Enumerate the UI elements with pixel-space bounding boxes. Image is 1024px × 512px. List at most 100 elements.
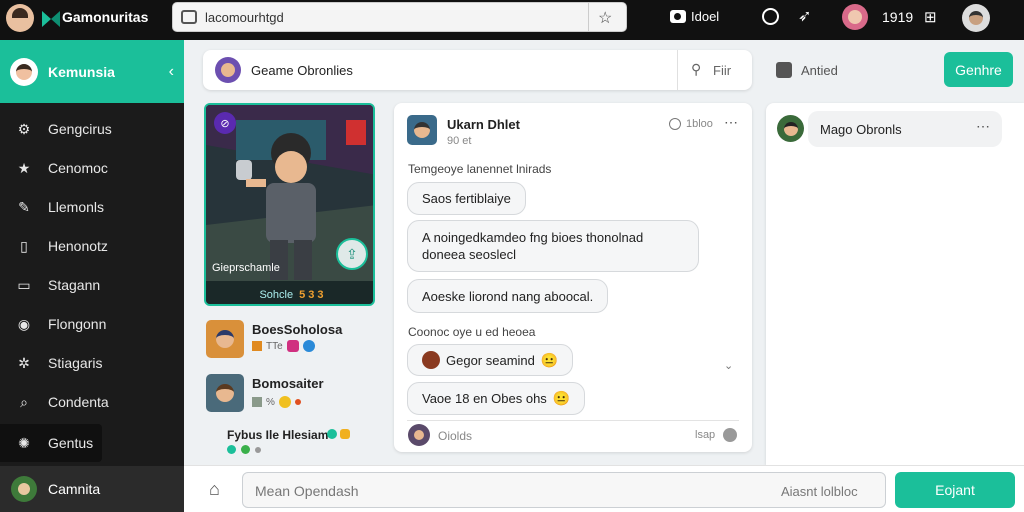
yellow-dot-icon	[340, 429, 350, 439]
anted-icon[interactable]	[776, 62, 792, 78]
chat-subtitle: 90 et	[447, 135, 472, 147]
monitor-icon: ▭	[17, 276, 31, 293]
top-bar: Gamonuritas lacomourhtgd ☆ Idoel ➶ 1919 …	[0, 0, 1024, 40]
chat-time: 1bloo	[686, 118, 713, 130]
right-panel: Mago Obronls ⋯	[766, 103, 1024, 465]
list-item[interactable]: Bomosaiter %	[206, 374, 376, 412]
refresh-icon[interactable]	[723, 428, 737, 442]
bottom-user-name: Camnita	[48, 481, 101, 497]
sidebar-item-label: Llemonls	[48, 199, 105, 215]
friend-meta: %	[252, 396, 301, 408]
sidebar-item-condenta[interactable]: ⌕ Condenta	[0, 383, 184, 421]
game-footer-nums: 5 3 3	[299, 288, 324, 301]
page-header: Geame Obronlies ⚲ Fiir	[203, 50, 752, 90]
camera-label: Idoel	[691, 9, 720, 24]
friend-meta: TTe	[252, 340, 315, 352]
right-panel-avatar[interactable]	[777, 115, 804, 142]
profile-avatar[interactable]	[842, 4, 868, 30]
sidebar-bottom-user[interactable]: Camnita	[0, 466, 184, 512]
home-icon[interactable]: ⌂	[209, 479, 220, 500]
clock-icon[interactable]	[762, 8, 779, 25]
user-avatar-icon	[422, 351, 440, 369]
anted-label[interactable]: Antied	[801, 63, 838, 78]
composer-action-label[interactable]: Aiasnt lolbloc	[781, 484, 858, 499]
home-icon[interactable]	[181, 10, 197, 24]
camera-icon[interactable]	[670, 10, 686, 23]
edit-icon: ✎	[18, 198, 30, 215]
timer-icon	[669, 118, 681, 130]
stats-icon[interactable]: ⊞	[924, 8, 937, 26]
sidebar-item-stiagaris[interactable]: ✲ Stiagaris	[0, 344, 184, 382]
green-dot-icon	[241, 445, 250, 454]
sidebar-item-label: Gentus	[48, 435, 94, 451]
chat-panel: Ukarn Dhlet 90 et 1bloo ⋯ Temgeoye lanen…	[394, 103, 752, 452]
chat-message: A noingedkamdeo fng bioes thonolnad done…	[407, 220, 699, 272]
friend-avatar	[206, 320, 244, 358]
settings-icon: ✺	[18, 434, 30, 451]
game-card-footer: Sohcle 5 3 3	[206, 281, 373, 304]
sidebar-user-header[interactable]: Kemunsia ‹	[0, 40, 184, 103]
sidebar-item-label: Stagann	[48, 277, 101, 293]
address-bar[interactable]: lacomourhtgd ☆	[172, 2, 627, 32]
bottom-user-avatar	[11, 476, 37, 502]
filter-label[interactable]: Fiir	[713, 63, 731, 78]
address-text: lacomourhtgd	[205, 10, 284, 25]
cog-icon: ✲	[18, 354, 30, 371]
composer-bar: ⌂ Mean Opendash Aiasnt lolbloc Eojant	[184, 465, 1024, 512]
search-icon: ⌕	[20, 393, 28, 410]
section-heading: Temgeoye lanennet lnirads	[408, 162, 552, 176]
shield-icon: ◉	[17, 315, 31, 332]
sidebar-item-gentus[interactable]: ✺ Gentus	[0, 424, 102, 462]
sidebar-item-stagann[interactable]: ▭ Stagann	[0, 266, 184, 304]
message-input[interactable]: Mean Opendash Aiasnt lolbloc	[242, 472, 886, 508]
account-avatar[interactable]	[962, 4, 990, 32]
footer-right-label: lsap	[695, 429, 716, 441]
gray-dot-icon	[255, 447, 261, 453]
collapse-chevron-icon[interactable]: ‹	[169, 63, 174, 81]
blue-badge-icon	[302, 340, 315, 352]
expand-chevron-icon[interactable]: ⌄	[724, 359, 733, 372]
sidebar-item-flongonn[interactable]: ◉ Flongonn	[0, 305, 184, 343]
genre-button[interactable]: Genhre	[944, 52, 1013, 87]
right-panel-title-box[interactable]: Mago Obronls ⋯	[808, 111, 1002, 147]
game-share-icon[interactable]: ⇪	[336, 238, 368, 270]
pink-badge-icon	[286, 340, 299, 352]
sidebar: Kemunsia ‹ ⚙ Gengcirus ★ Cenomoc ✎ Llemo…	[0, 40, 184, 512]
sidebar-item-label: Flongonn	[48, 316, 107, 332]
sidebar-item-cenomoc[interactable]: ★ Cenomoc	[0, 149, 184, 187]
sidebar-item-label: Cenomoc	[48, 160, 108, 176]
list-item[interactable]: BoesSoholosa TTe	[206, 320, 376, 358]
right-panel-title: Mago Obronls	[820, 122, 902, 137]
right-panel-more-icon[interactable]: ⋯	[976, 118, 990, 135]
chat-message: Aoeske liorond nang aboocal.	[407, 279, 609, 313]
bookmark-star-icon[interactable]: ☆	[598, 8, 612, 28]
activity-icons	[327, 429, 350, 439]
chat-avatar[interactable]	[407, 115, 437, 145]
page-title: Geame Obronlies	[251, 63, 353, 78]
chat-more-icon[interactable]: ⋯	[724, 114, 738, 131]
featured-game-card[interactable]: ⊘ ⇪ Gieprschamle Sohcle 5 3 3	[204, 103, 375, 306]
phone-icon: ▯	[20, 237, 28, 254]
rocket-icon[interactable]: ➶	[798, 6, 811, 26]
footer-user-name: Oiolds	[438, 429, 473, 443]
game-caption: Gieprschamle	[212, 262, 280, 274]
sidebar-item-henonotz[interactable]: ▯ Henonotz	[0, 227, 184, 265]
sidebar-item-label: Stiagaris	[48, 355, 103, 371]
chat-message: Saos fertiblaiye	[407, 182, 526, 215]
smile-emoji-icon: 😐	[552, 390, 571, 406]
footer-user-avatar	[408, 424, 430, 446]
orange-tag-icon	[252, 341, 262, 351]
sidebar-item-label: Gengcirus	[48, 121, 112, 137]
user-avatar[interactable]	[6, 4, 34, 32]
filter-icon[interactable]: ⚲	[691, 61, 701, 78]
chat-name: Ukarn Dhlet	[447, 117, 520, 132]
activity-text: Fybus Ile Hlesiam	[227, 428, 329, 442]
sidebar-item-llemonls[interactable]: ✎ Llemonls	[0, 188, 184, 226]
gear-icon: ⚙	[17, 120, 31, 137]
sidebar-item-gengcirus[interactable]: ⚙ Gengcirus	[0, 110, 184, 148]
chat-message: Vaoe 18 en Obes ohs 😐	[407, 382, 586, 415]
count-label: 1919	[882, 9, 914, 25]
sidebar-item-label: Henonotz	[48, 238, 108, 254]
send-button[interactable]: Eojant	[895, 472, 1015, 508]
app-title: Gamonuritas	[62, 9, 149, 25]
